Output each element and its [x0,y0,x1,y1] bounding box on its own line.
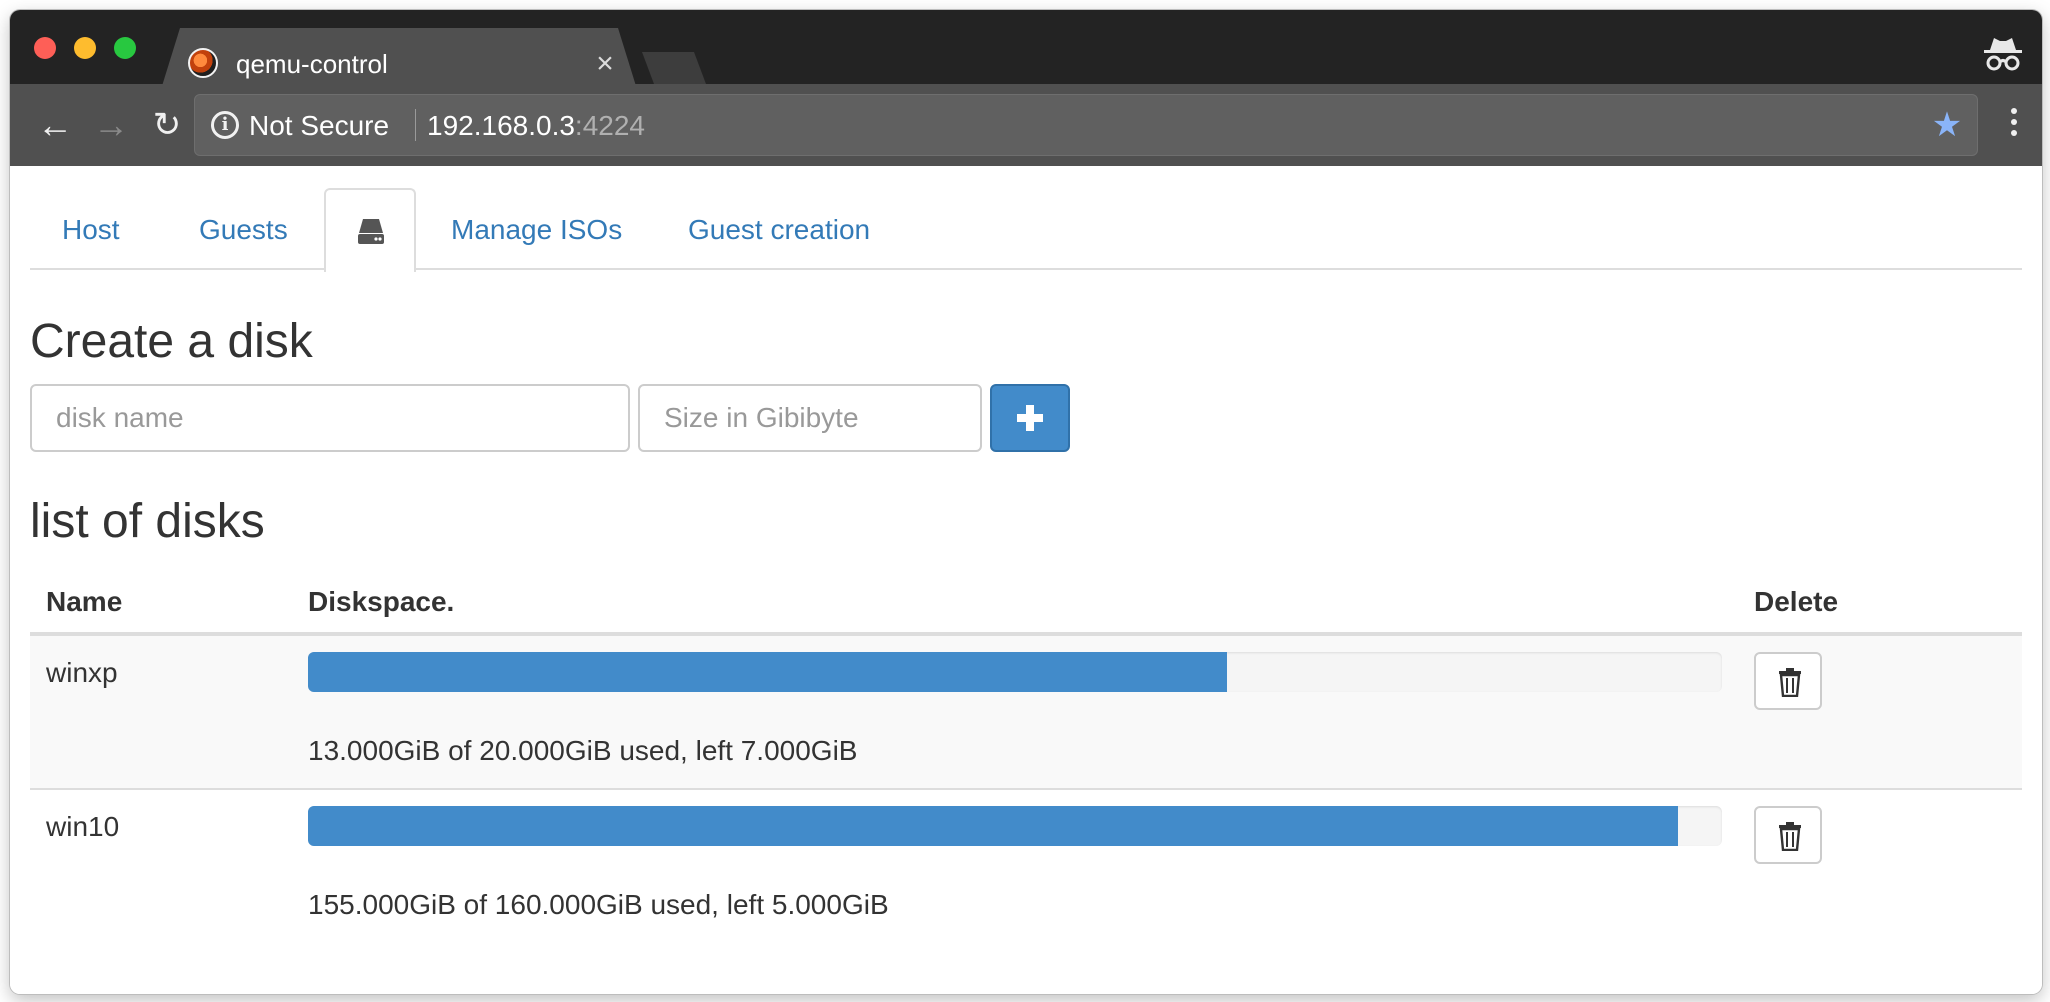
disk-list-heading: list of disks [30,495,265,548]
close-window-button[interactable] [34,37,56,59]
trash-icon [1779,822,1801,851]
delete-disk-button[interactable] [1754,806,1822,864]
bookmark-star-icon[interactable]: ★ [1929,107,1965,143]
tab-manage-isos[interactable]: Manage ISOs [439,188,634,270]
table-header: Name Diskspace. Delete [30,562,2022,636]
forward-arrow-icon[interactable]: → [88,102,134,148]
table-row: win10 155.000GiB of 160.000GiB used, lef… [30,790,2022,944]
disk-usage-bar [308,806,1679,846]
plus-icon [1017,405,1043,431]
url-text[interactable]: 192.168.0.3:4224 [427,107,645,145]
disk-usage-text: 13.000GiB of 20.000GiB used, left 7.000G… [308,735,858,766]
new-tab-button[interactable] [642,52,706,84]
browser-window: qemu-control × ← → ↻ i Not Secure 192.16… [10,10,2042,994]
info-icon[interactable]: i [211,111,239,139]
browser-tab-title: qemu-control [236,49,388,79]
close-tab-icon[interactable]: × [588,47,622,81]
disk-name-input[interactable] [30,384,630,452]
security-label[interactable]: Not Secure [249,107,389,145]
minimize-window-button[interactable] [74,37,96,59]
delete-disk-button[interactable] [1754,652,1822,710]
incognito-icon [1984,38,2022,71]
page-content: Host Guests Manage ISOs Guest creation C… [10,166,2042,994]
browser-tab[interactable] [162,28,636,86]
disk-name: win10 [46,811,120,842]
trash-icon [1779,668,1801,697]
column-header-diskspace: Diskspace. [308,586,455,617]
column-header-delete: Delete [1754,586,1839,617]
reload-icon[interactable]: ↻ [144,102,190,148]
address-divider [415,109,416,141]
table-row: winxp 13.000GiB of 20.000GiB used, left … [30,636,2022,790]
disk-usage-progress [308,652,1722,692]
disk-name: winxp [46,657,118,688]
nav-tabs: Host Guests Manage ISOs Guest creation [30,188,2022,272]
tab-host[interactable]: Host [50,188,132,270]
disk-usage-progress [308,806,1722,846]
address-bar[interactable]: i Not Secure 192.168.0.3:4224 ★ [194,94,1978,156]
add-disk-button[interactable] [990,384,1070,452]
disk-size-input[interactable] [638,384,982,452]
disk-usage-text: 155.000GiB of 160.000GiB used, left 5.00… [308,889,889,920]
column-header-name: Name [46,586,123,617]
url-port: :4224 [574,110,645,141]
disk-table: Name Diskspace. Delete winxp 13.000GiB o… [30,562,2022,944]
disk-usage-bar [308,652,1228,692]
title-bar: qemu-control × [10,10,2042,86]
browser-toolbar: ← → ↻ i Not Secure 192.168.0.3:4224 ★ [10,84,2042,166]
back-arrow-icon[interactable]: ← [32,102,78,148]
tab-disks[interactable] [324,188,416,272]
hdd-icon [358,219,384,244]
url-host: 192.168.0.3 [427,110,575,141]
favicon-icon [188,48,218,78]
maximize-window-button[interactable] [114,37,136,59]
browser-menu-icon[interactable] [2004,104,2024,146]
tab-guests[interactable]: Guests [187,188,300,270]
create-disk-heading: Create a disk [30,315,313,368]
tab-guest-creation[interactable]: Guest creation [676,188,882,270]
